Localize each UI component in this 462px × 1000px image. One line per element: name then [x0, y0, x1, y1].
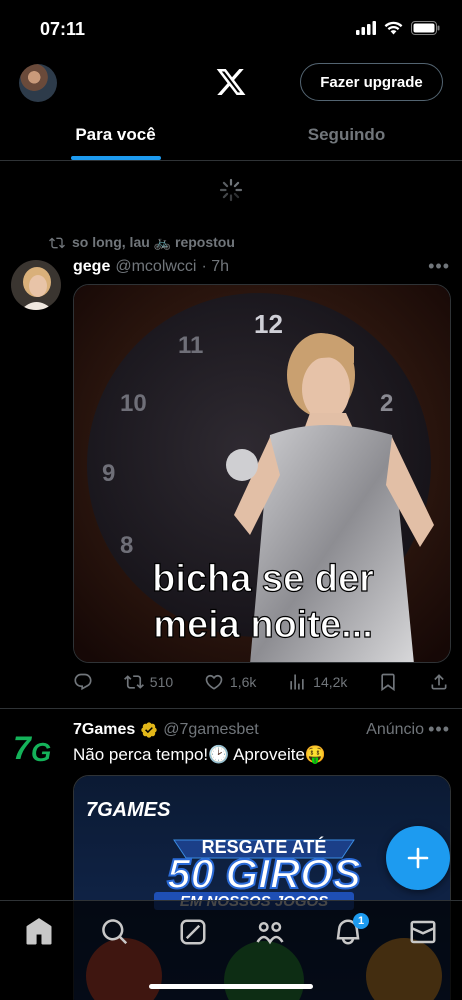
nav-communities[interactable] — [255, 917, 285, 947]
top-bar: Fazer upgrade — [0, 56, 462, 108]
svg-text:G: G — [31, 737, 51, 767]
svg-text:7: 7 — [13, 730, 33, 766]
clock-number: 8 — [120, 532, 133, 559]
share-icon — [431, 674, 447, 690]
repost-indicator: so long, lau 🚲 repostou — [48, 234, 235, 251]
tweet-actions: 510 1,6k 14,2k — [73, 672, 449, 692]
author-avatar[interactable]: 7 G — [11, 727, 61, 767]
views-button[interactable]: 14,2k — [287, 672, 347, 692]
verified-badge-icon — [141, 722, 157, 738]
repost-button[interactable]: 510 — [123, 672, 174, 692]
mail-icon — [410, 920, 436, 944]
like-count: 1,6k — [229, 674, 257, 690]
nav-explore[interactable] — [100, 917, 130, 947]
nav-home[interactable] — [24, 917, 54, 947]
bookmark-icon — [381, 673, 395, 692]
clock-number: 10 — [120, 390, 147, 417]
nav-grok[interactable] — [178, 917, 208, 947]
share-button[interactable] — [429, 672, 449, 692]
signal-icon — [356, 21, 376, 35]
clock-number: 2 — [380, 390, 393, 417]
meme-image: 12 11 10 9 8 2 bicha se der meia noite..… — [74, 285, 450, 662]
tweet-time: · 7h — [201, 258, 230, 275]
more-options-icon[interactable]: ••• — [428, 256, 450, 277]
author-avatar[interactable] — [11, 260, 61, 310]
tweet-header: 7Games @7gamesbet — [73, 721, 259, 739]
ad-logo-text: 7GAMES — [86, 799, 171, 821]
like-button[interactable]: 1,6k — [204, 672, 256, 692]
ad-line2: 50 GIROS — [167, 850, 361, 897]
wifi-icon — [384, 21, 403, 35]
clock-number: 9 — [102, 460, 115, 487]
nav-notifications[interactable]: 1 — [333, 913, 369, 947]
grok-icon — [180, 919, 206, 945]
clock-number: 11 — [178, 332, 203, 359]
reply-icon — [74, 673, 92, 691]
author-name[interactable]: gege — [73, 258, 110, 276]
meme-caption-line1: bicha se der — [152, 558, 374, 600]
tab-for-you[interactable]: Para você — [0, 108, 231, 160]
views-icon — [290, 674, 304, 690]
repost-label: so long, lau 🚲 repostou — [72, 234, 235, 250]
author-name[interactable]: 7Games — [73, 721, 135, 739]
views-count: 14,2k — [313, 674, 348, 690]
reply-button[interactable] — [73, 672, 93, 692]
more-options-icon[interactable]: ••• — [428, 719, 450, 740]
battery-icon — [411, 21, 440, 35]
notification-badge: 1 — [353, 913, 369, 929]
status-time: 07:11 — [40, 19, 86, 39]
home-indicator[interactable] — [149, 984, 313, 989]
timeline-tabs: Para você Seguindo — [0, 108, 462, 161]
author-handle[interactable]: @7gamesbet — [163, 721, 258, 739]
tab-following[interactable]: Seguindo — [231, 108, 462, 160]
active-tab-indicator — [70, 156, 161, 160]
clock-number: 12 — [254, 309, 283, 339]
tweet-media[interactable]: 12 11 10 9 8 2 bicha se der meia noite..… — [73, 284, 451, 663]
plus-icon — [407, 847, 429, 869]
home-icon — [26, 918, 52, 945]
status-bar: 07:11 — [0, 0, 462, 56]
repost-icon — [49, 237, 65, 248]
nav-messages[interactable] — [408, 917, 438, 947]
tweet-header: gege @mcolwcci · 7h — [73, 258, 229, 276]
search-icon — [102, 919, 128, 945]
tab-label: Seguindo — [307, 125, 386, 144]
tweet[interactable]: so long, lau 🚲 repostou gege @mcolwcci ·… — [0, 234, 462, 708]
status-icons — [356, 21, 440, 35]
bookmark-button[interactable] — [378, 672, 398, 692]
tweet-text: Não perca tempo!🕑 Aproveite🤑 — [73, 745, 327, 764]
compose-button[interactable] — [386, 826, 450, 890]
tab-label: Para você — [75, 125, 156, 144]
repost-icon — [123, 675, 144, 689]
author-handle[interactable]: @mcolwcci — [115, 258, 196, 276]
repost-count: 510 — [149, 674, 174, 690]
ad-label: Anúncio — [366, 721, 424, 738]
heart-icon — [205, 674, 223, 690]
x-logo-icon[interactable] — [214, 66, 248, 98]
loading-spinner-icon — [219, 178, 243, 202]
communities-icon — [256, 922, 284, 945]
upgrade-button[interactable]: Fazer upgrade — [300, 63, 443, 101]
tweet-ad[interactable]: 7 G 7Games @7gamesbet Anúncio ••• Não pe… — [0, 709, 462, 1000]
profile-avatar[interactable] — [19, 64, 57, 102]
meme-caption-line2: meia noite... — [153, 604, 373, 646]
